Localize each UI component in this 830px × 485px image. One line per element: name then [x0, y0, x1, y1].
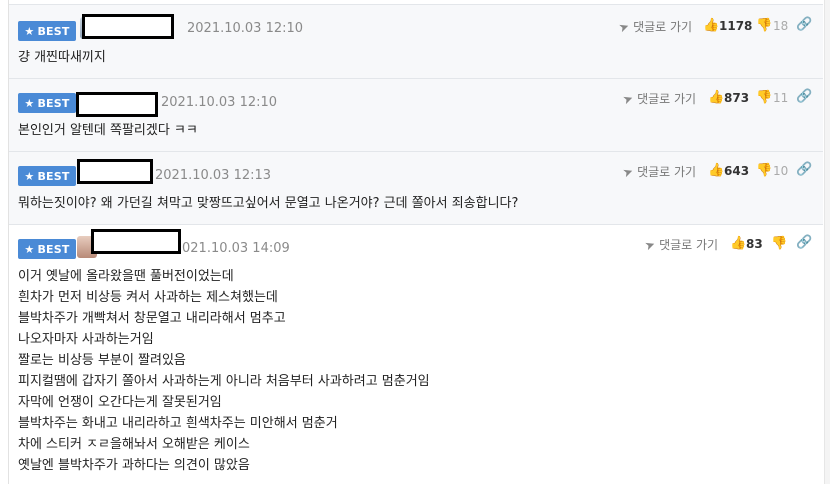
send-icon: ➤: [642, 236, 658, 254]
redacted-username: [77, 159, 153, 184]
comment-text-line: 걍 개찐따새끼지: [18, 50, 106, 65]
star-icon: ★: [24, 242, 35, 256]
send-icon: ➤: [620, 163, 636, 181]
go-to-comment-link[interactable]: ➤ 댓글로 가기: [620, 163, 696, 181]
redacted-username: [91, 229, 181, 254]
comment-date: 2021.10.03 12:10: [161, 95, 278, 110]
comment-text-line: 나오자마자 사과하는거임: [18, 332, 154, 347]
thumbs-down-icon[interactable]: 👎: [756, 90, 772, 105]
send-icon: ➤: [616, 18, 632, 36]
redacted-username: [82, 14, 174, 39]
comment-text-line: 본인인거 알텐데 쪽팔리겠다 ㅋㅋ: [18, 123, 198, 138]
comment-item: ★ BEST 2021.10.03 12:13 ➤ 댓글로 가기 👍 643 👎 1…: [9, 151, 823, 225]
comment-text-line: 뭐하는짓이야? 왜 가던길 쳐막고 맞짱뜨고싶어서 문열고 나온거야? 근데 쫄…: [18, 196, 519, 211]
thumbs-up-icon[interactable]: 👍: [708, 163, 724, 178]
link-icon[interactable]: 🔗: [796, 89, 812, 104]
redacted-username: [76, 92, 158, 117]
go-to-comment-link[interactable]: ➤ 댓글로 가기: [620, 90, 696, 108]
comment-date: 2021.10.03 12:10: [187, 21, 304, 36]
comment-item: ★ BEST 021.10.03 14:09 ➤ 댓글로 가기 👍 83 👎 🔗 이…: [9, 224, 823, 485]
like-count: 643: [724, 164, 750, 178]
comment-text-line: 흰차가 먼저 비상등 켜서 사과하는 제스쳐했는데: [18, 290, 278, 305]
link-icon[interactable]: 🔗: [796, 17, 812, 32]
scrollbar[interactable]: [824, 0, 830, 484]
send-icon: ➤: [620, 90, 636, 108]
comment-date: 2021.10.03 12:13: [155, 168, 272, 183]
comment-item: ★ BEST 2021.10.03 12:10 ➤ 댓글로 가기 👍 1178 👎 …: [9, 4, 823, 78]
comment-text-line: 피지컬땜에 갑자기 쫄아서 사과하는게 아니라 처음부터 사과하려고 멈춘거임: [18, 374, 430, 389]
comment-item: ★ BEST 2021.10.03 12:10 ➤ 댓글로 가기 👍 873 👎 1…: [9, 78, 823, 152]
comment-text-line: 블박차주는 화내고 내리라하고 흰색차주는 미안해서 멈춘거: [18, 416, 338, 431]
dislike-count: 11: [773, 91, 789, 105]
like-count: 873: [724, 91, 750, 105]
thumbs-up-icon[interactable]: 👍: [703, 18, 719, 33]
comment-text-line: 차에 스티커 ㅈㄹ을해놔서 오해받은 케이스: [18, 437, 250, 452]
best-badge: ★ BEST: [18, 93, 76, 113]
link-icon[interactable]: 🔗: [796, 162, 812, 177]
best-badge: ★ BEST: [18, 21, 76, 41]
best-badge: ★ BEST: [18, 239, 76, 259]
comment-text-line: 짤로는 비상등 부분이 짤려있음: [18, 353, 186, 368]
comment-text-line: 블박차주가 개빡쳐서 창문열고 내리라해서 멈추고: [18, 311, 286, 326]
link-icon[interactable]: 🔗: [796, 235, 812, 250]
star-icon: ★: [24, 169, 35, 183]
thumbs-down-icon[interactable]: 👎: [771, 236, 787, 251]
dislike-count: 18: [773, 19, 789, 33]
comment-text-line: 옛날엔 블박차주가 과하다는 의견이 많았음: [18, 458, 250, 473]
like-count: 83: [746, 237, 763, 251]
thumbs-up-icon[interactable]: 👍: [730, 236, 746, 251]
best-badge: ★ BEST: [18, 166, 76, 186]
comment-text-line: 자막에 언쟁이 오간다는게 잘못된거임: [18, 395, 222, 410]
star-icon: ★: [24, 96, 35, 110]
thumbs-down-icon[interactable]: 👎: [756, 18, 772, 33]
thumbs-up-icon[interactable]: 👍: [708, 90, 724, 105]
comment-text-line: 이거 옛날에 올라왔을땐 풀버전이었는데: [18, 269, 234, 284]
dislike-count: 10: [773, 164, 789, 178]
go-to-comment-link[interactable]: ➤ 댓글로 가기: [616, 18, 692, 36]
star-icon: ★: [24, 24, 35, 38]
go-to-comment-link[interactable]: ➤ 댓글로 가기: [642, 236, 718, 254]
thumbs-down-icon[interactable]: 👎: [756, 163, 772, 178]
comment-date: 021.10.03 14:09: [182, 241, 290, 256]
like-count: 1178: [719, 19, 753, 33]
